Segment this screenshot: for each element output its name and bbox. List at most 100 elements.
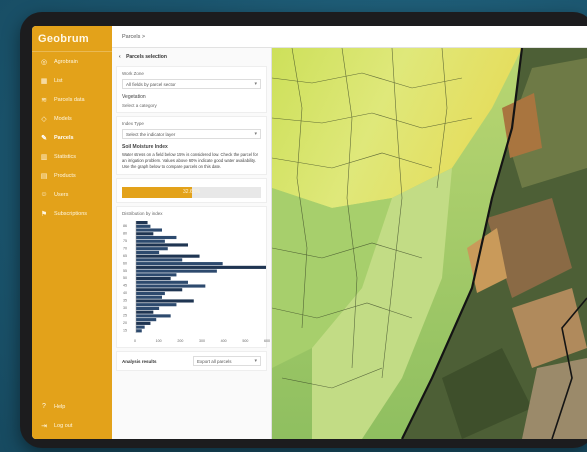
sidebar-item-products[interactable]: ▤ Products — [32, 166, 112, 185]
sidebar-nav: ◎ Agrobrain ▦ List ≋ Parcels data ◇ Models ✎ Parc… — [32, 52, 112, 223]
histogram-bar — [136, 235, 177, 240]
y-tick-label: 50 — [123, 276, 127, 280]
index-type-select[interactable]: Select the indicator layer ▾ — [122, 129, 261, 139]
sidebar-item-label: Agrobrain — [54, 58, 78, 65]
y-tick-label: 65 — [123, 254, 127, 258]
histogram-bar — [136, 291, 165, 296]
info-title: Soil Moisture Index — [122, 144, 168, 150]
histogram-bar — [136, 325, 145, 329]
map-view[interactable] — [272, 48, 587, 439]
sidebar-item-list[interactable]: ▦ List — [32, 71, 112, 90]
leaf-icon: ✎ — [41, 134, 47, 142]
category-placeholder[interactable]: Select a category — [122, 103, 261, 108]
histogram-bar — [136, 299, 194, 303]
info-text: Water stress on a field below 15% is con… — [122, 152, 259, 169]
histogram-bar — [136, 258, 183, 262]
histogram-bar — [136, 243, 188, 247]
sidebar-item-models[interactable]: ◇ Models — [32, 109, 112, 128]
chevron-left-icon[interactable]: ‹ — [119, 54, 121, 60]
app-logo[interactable]: Geobrum — [32, 26, 112, 52]
histogram-title: Distribution by index — [122, 211, 163, 216]
histogram-bar — [136, 221, 148, 225]
sidebar-item-users[interactable]: ☺ Users — [32, 185, 112, 204]
sidebar-item-parcels[interactable]: ✎ Parcels — [32, 128, 112, 147]
sidebar-item-label: List — [54, 77, 63, 84]
chevron-down-icon: ▾ — [254, 81, 257, 87]
sidebar-item-label: Parcels — [54, 134, 74, 141]
satellite-map[interactable] — [272, 48, 587, 439]
sidebar-item-label: Products — [54, 172, 76, 179]
chevron-down-icon: ▾ — [254, 358, 257, 364]
histogram-bar — [136, 288, 183, 292]
globe-icon: ◎ — [40, 58, 48, 66]
breadcrumb[interactable]: Parcels > — [122, 34, 145, 40]
sidebar-item-label: Users — [54, 191, 69, 198]
histogram-bar — [136, 306, 160, 310]
histogram-bar — [136, 318, 157, 322]
flag-icon: ⚑ — [40, 210, 48, 218]
histogram-bar — [136, 232, 154, 236]
histogram-bar — [136, 254, 200, 258]
work-zone-select[interactable]: All fields by parcel sector ▾ — [122, 79, 261, 89]
export-select-value: Export all parcels — [197, 359, 232, 364]
histogram-bar — [136, 239, 165, 243]
histogram-card: Distribution by index 86 80 75 70 65 60 55 50 45… — [116, 206, 270, 348]
x-tick-label: 100 — [156, 339, 162, 343]
y-tick-label: 55 — [123, 269, 127, 273]
histogram-bar — [136, 314, 171, 318]
panel-header: ‹ Parcels selection — [112, 48, 271, 63]
x-tick-label: 400 — [221, 339, 227, 343]
sidebar-item-label: Models — [54, 115, 72, 122]
sidebar-bottom: ? Help ⇥ Log out — [32, 397, 112, 435]
logout-icon: ⇥ — [41, 422, 47, 430]
histogram-bar — [136, 284, 206, 288]
doc-icon: ▤ — [40, 172, 48, 180]
histogram-bar — [136, 250, 160, 254]
app-screen: Geobrum ◎ Agrobrain ▦ List ≋ Parcels data ◇ Mod… — [32, 26, 587, 439]
y-tick-label: 20 — [123, 321, 127, 325]
histogram-bar — [136, 228, 162, 232]
histogram-bar — [136, 277, 171, 281]
sidebar-item-log-out[interactable]: ⇥ Log out — [32, 416, 112, 435]
x-tick-label: 300 — [199, 339, 205, 343]
grid-icon: ▦ — [40, 77, 48, 85]
sidebar: Geobrum ◎ Agrobrain ▦ List ≋ Parcels data ◇ Mod… — [32, 26, 112, 439]
progress-label: 32.65% — [183, 189, 200, 195]
sidebar-item-statistics[interactable]: ▥ Statistics — [32, 147, 112, 166]
parcel-panel: ‹ Parcels selection Work Zone All fields… — [112, 48, 272, 439]
sidebar-item-help[interactable]: ? Help — [32, 397, 112, 416]
y-tick-label: 15 — [123, 329, 127, 333]
y-tick-label: 75 — [123, 239, 127, 243]
histogram-bar — [136, 262, 223, 266]
sidebar-item-subscriptions[interactable]: ⚑ Subscriptions — [32, 204, 112, 223]
help-icon: ? — [42, 403, 46, 410]
y-tick-label: 40 — [123, 291, 127, 295]
sidebar-item-agrobrain[interactable]: ◎ Agrobrain — [32, 52, 112, 71]
histogram-bar — [136, 303, 177, 307]
sidebar-item-label: Log out — [54, 422, 73, 429]
index-type-label: Index Type — [122, 121, 144, 126]
sidebar-item-label: Help — [54, 403, 66, 410]
top-bar: Parcels > — [112, 26, 587, 48]
sidebar-item-label: Statistics — [54, 153, 77, 160]
histogram-bar — [136, 265, 266, 269]
work-zone-label: Work Zone — [122, 71, 144, 76]
sidebar-item-parcels-data[interactable]: ≋ Parcels data — [32, 90, 112, 109]
export-select[interactable]: Export all parcels ▾ — [193, 356, 261, 366]
histogram-bar — [136, 321, 151, 325]
histogram-bar — [136, 273, 177, 277]
histogram-bar — [136, 310, 154, 314]
index-type-value: Select the indicator layer — [126, 132, 176, 137]
histogram-bar — [136, 329, 142, 333]
histogram-bar — [136, 269, 217, 273]
y-tick-label: 80 — [123, 231, 127, 235]
y-tick-label: 25 — [123, 314, 127, 318]
box-icon: ◇ — [41, 115, 47, 123]
index-type-card: Index Type Select the indicator layer ▾ … — [116, 116, 267, 175]
sidebar-item-label: Parcels data — [54, 96, 85, 103]
panel-title: Parcels selection — [126, 54, 167, 60]
vegetation-label: Vegetation — [122, 94, 146, 100]
y-tick-label: 60 — [123, 261, 127, 265]
histogram-bar — [136, 247, 168, 251]
histogram-bar — [136, 295, 162, 299]
